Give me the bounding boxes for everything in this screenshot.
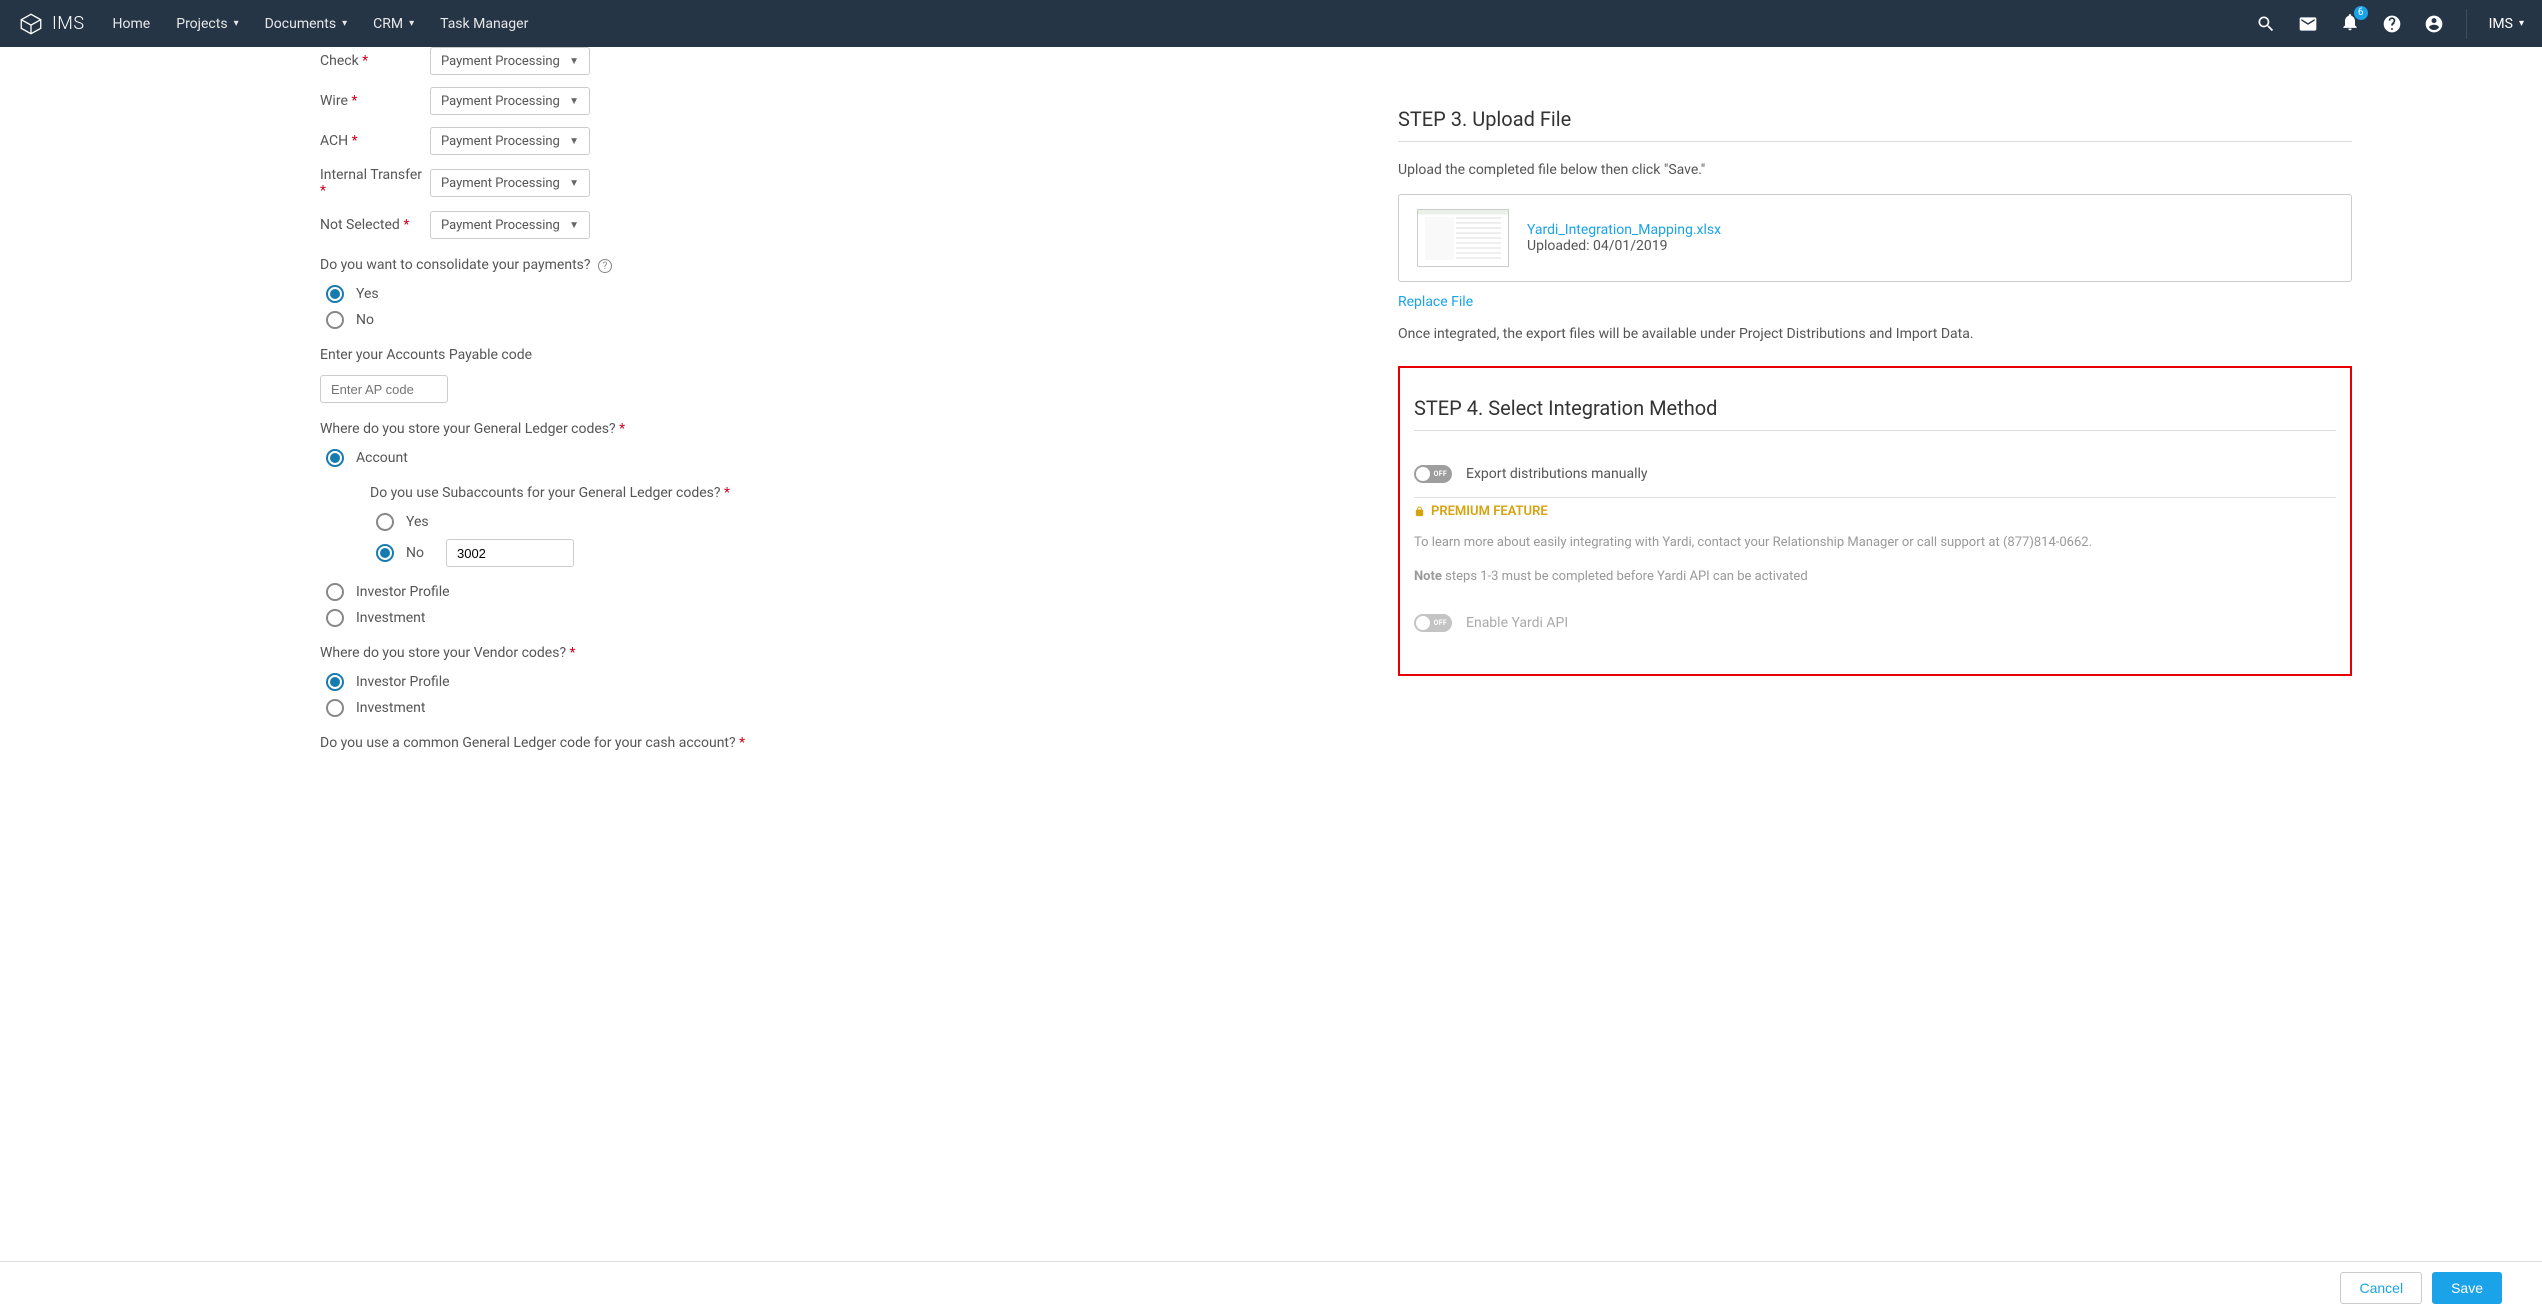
step3-title: STEP 3. Upload File <box>1398 107 2352 131</box>
save-button[interactable]: Save <box>2432 1272 2502 1304</box>
row-label-ach: ACH * <box>320 133 430 149</box>
radio-consolidate-yes[interactable] <box>326 285 344 303</box>
select-internal[interactable]: Payment Processing▼ <box>430 169 590 197</box>
divider <box>1398 141 2352 142</box>
row-label-internal: Internal Transfer * <box>320 167 430 199</box>
logo-icon <box>18 11 44 37</box>
toggle-row-manual: OFF Export distributions manually <box>1414 451 2336 497</box>
radio-consolidate-no[interactable] <box>326 311 344 329</box>
chevron-down-icon: ▾ <box>409 18 414 29</box>
caret-down-icon: ▼ <box>569 136 579 147</box>
caret-down-icon: ▼ <box>569 220 579 231</box>
common-gl-question: Do you use a common General Ledger code … <box>320 735 1274 751</box>
radio-vendor-investment[interactable] <box>326 699 344 717</box>
radio-vendor-investor-profile[interactable] <box>326 673 344 691</box>
radio-label: Investment <box>356 700 425 716</box>
divider <box>1414 430 2336 431</box>
caret-down-icon: ▼ <box>569 56 579 67</box>
row-label-notselected: Not Selected * <box>320 217 430 233</box>
step4-highlight-box: STEP 4. Select Integration Method OFF Ex… <box>1398 366 2352 676</box>
toggle-knob <box>1416 467 1430 481</box>
divider <box>1414 497 2336 498</box>
radio-label: No <box>406 545 424 561</box>
radio-gl-investment[interactable] <box>326 609 344 627</box>
consolidate-question: Do you want to consolidate your payments… <box>320 257 1274 273</box>
premium-note: Note steps 1-3 must be completed before … <box>1414 567 2336 587</box>
step4-title: STEP 4. Select Integration Method <box>1414 396 2336 420</box>
toggle-yardi-api: OFF <box>1414 614 1452 632</box>
ap-code-label: Enter your Accounts Payable code <box>320 347 1274 363</box>
nav-right: 6 IMS▾ <box>2256 9 2524 39</box>
info-icon[interactable]: ? <box>598 259 612 273</box>
file-thumbnail <box>1417 209 1509 267</box>
nav-divider <box>2466 9 2467 39</box>
file-name-link[interactable]: Yardi_Integration_Mapping.xlsx <box>1527 222 1721 238</box>
right-panel: STEP 3. Upload File Upload the completed… <box>1388 47 2522 823</box>
toggle-label: Enable Yardi API <box>1466 615 1568 631</box>
nav-crm[interactable]: CRM▾ <box>373 16 414 32</box>
nav-projects[interactable]: Projects▾ <box>176 16 238 32</box>
select-check[interactable]: Payment Processing▼ <box>430 47 590 75</box>
radio-label: Account <box>356 450 408 466</box>
help-icon[interactable] <box>2382 14 2402 34</box>
step3-description: Upload the completed file below then cli… <box>1398 162 2352 178</box>
select-wire[interactable]: Payment Processing▼ <box>430 87 590 115</box>
nav-home[interactable]: Home <box>113 16 151 32</box>
main-content: Check *Payment Processing▼ Wire *Payment… <box>0 47 2542 823</box>
lock-icon <box>1414 505 1425 518</box>
radio-gl-investor-profile[interactable] <box>326 583 344 601</box>
radio-label: Yes <box>356 286 379 302</box>
radio-label: No <box>356 312 374 328</box>
user-icon[interactable] <box>2424 14 2444 34</box>
toggle-off-label: OFF <box>1434 619 1447 627</box>
toggle-label: Export distributions manually <box>1466 466 1648 482</box>
gl-codes-question: Where do you store your General Ledger c… <box>320 421 1274 437</box>
sub-no-value-input[interactable] <box>446 539 574 567</box>
subaccounts-question: Do you use Subaccounts for your General … <box>370 485 1274 501</box>
radio-label: Investor Profile <box>356 674 450 690</box>
org-switcher[interactable]: IMS▾ <box>2489 16 2524 32</box>
chevron-down-icon: ▾ <box>234 18 239 29</box>
replace-file-link[interactable]: Replace File <box>1398 294 2352 310</box>
logo[interactable]: IMS <box>18 11 85 37</box>
row-label-check: Check * <box>320 53 430 69</box>
radio-sub-yes[interactable] <box>376 513 394 531</box>
step3-after-text: Once integrated, the export files will b… <box>1398 326 2352 342</box>
caret-down-icon: ▼ <box>569 178 579 189</box>
radio-sub-no[interactable] <box>376 544 394 562</box>
select-ach[interactable]: Payment Processing▼ <box>430 127 590 155</box>
caret-down-icon: ▼ <box>569 96 579 107</box>
toggle-off-label: OFF <box>1434 470 1447 478</box>
toggle-row-api: OFF Enable Yardi API <box>1414 600 2336 646</box>
chevron-down-icon: ▾ <box>342 18 347 29</box>
premium-feature-label: PREMIUM FEATURE <box>1414 504 2336 519</box>
notification-badge: 6 <box>2354 6 2368 20</box>
mail-icon[interactable] <box>2298 14 2318 34</box>
toggle-knob <box>1416 616 1430 630</box>
select-notselected[interactable]: Payment Processing▼ <box>430 211 590 239</box>
nav-task-manager[interactable]: Task Manager <box>440 16 528 32</box>
left-panel: Check *Payment Processing▼ Wire *Payment… <box>20 47 1364 823</box>
premium-description: To learn more about easily integrating w… <box>1414 533 2336 553</box>
file-uploaded-date: Uploaded: 04/01/2019 <box>1527 238 1721 254</box>
nav-documents[interactable]: Documents▾ <box>265 16 348 32</box>
footer-bar: Cancel Save <box>0 1261 2542 1314</box>
radio-label: Yes <box>406 514 429 530</box>
logo-text: IMS <box>52 13 85 34</box>
cancel-button[interactable]: Cancel <box>2340 1272 2422 1304</box>
notifications[interactable]: 6 <box>2340 12 2360 36</box>
row-label-wire: Wire * <box>320 93 430 109</box>
top-nav: IMS Home Projects▾ Documents▾ CRM▾ Task … <box>0 0 2542 47</box>
radio-label: Investor Profile <box>356 584 450 600</box>
chevron-down-icon: ▾ <box>2519 18 2524 29</box>
radio-label: Investment <box>356 610 425 626</box>
ap-code-input[interactable] <box>320 375 448 403</box>
upload-box: Yardi_Integration_Mapping.xlsx Uploaded:… <box>1398 194 2352 282</box>
search-icon[interactable] <box>2256 14 2276 34</box>
nav-links: Home Projects▾ Documents▾ CRM▾ Task Mana… <box>113 16 529 32</box>
toggle-export-manual[interactable]: OFF <box>1414 465 1452 483</box>
radio-gl-account[interactable] <box>326 449 344 467</box>
vendor-codes-question: Where do you store your Vendor codes? * <box>320 645 1274 661</box>
